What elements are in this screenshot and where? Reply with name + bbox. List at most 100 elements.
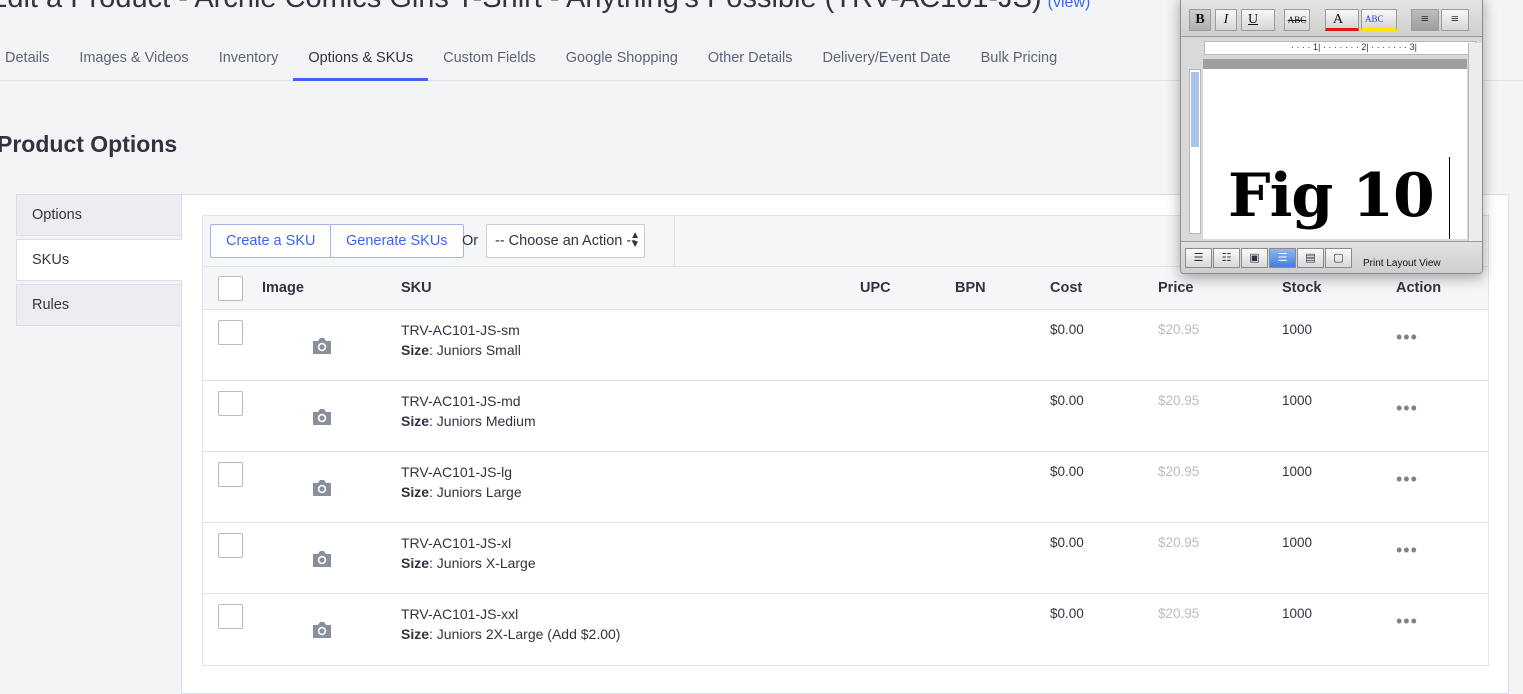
word-processor-window[interactable]: B I U ABC A ABC ≡ ≡ · · · · 1| · · · · ·… — [1180, 0, 1483, 274]
side-nav: Options SKUs Rules — [16, 194, 182, 329]
side-nav-options[interactable]: Options — [16, 194, 182, 236]
sku-price: $20.95 — [1158, 535, 1200, 550]
or-label: Or — [462, 233, 479, 249]
more-actions-icon[interactable]: ••• — [1396, 540, 1418, 561]
table-row: TRV-AC101-JS-lg Size: Juniors Large $0.0… — [203, 452, 1488, 523]
underline-button[interactable]: U — [1241, 9, 1275, 31]
table-row: TRV-AC101-JS-md Size: Juniors Medium $0.… — [203, 381, 1488, 452]
size-label: Size — [401, 413, 430, 429]
generate-skus-button[interactable]: Generate SKUs — [330, 224, 464, 258]
tab-images-videos[interactable]: Images & Videos — [64, 40, 203, 81]
tab-google-shopping[interactable]: Google Shopping — [551, 40, 693, 81]
action-select-value: -- Choose an Action -- — [495, 233, 637, 249]
sku-code: TRV-AC101-JS-md — [401, 393, 521, 409]
tab-other-details[interactable]: Other Details — [693, 40, 808, 81]
sku-size: Size: Juniors Small — [401, 342, 521, 358]
size-value: : Juniors Medium — [429, 413, 536, 429]
sku-code: TRV-AC101-JS-xxl — [401, 606, 519, 622]
bold-button[interactable]: B — [1189, 9, 1211, 31]
outline-view-icon[interactable]: ☷ — [1213, 248, 1240, 268]
col-price[interactable]: Price — [1158, 280, 1193, 296]
more-actions-icon[interactable]: ••• — [1396, 469, 1418, 490]
section-title: Product Options — [0, 131, 178, 157]
select-arrows-icon: ▲ ▼ — [630, 230, 640, 250]
tab-delivery-event-date[interactable]: Delivery/Event Date — [807, 40, 965, 81]
sku-price: $20.95 — [1158, 606, 1200, 621]
sku-code: TRV-AC101-JS-lg — [401, 464, 513, 480]
document-text: Fig 10 — [1228, 161, 1435, 231]
document-page[interactable]: Fig 10 — [1203, 59, 1467, 239]
action-select[interactable]: -- Choose an Action -- ▲ ▼ — [486, 224, 645, 258]
full-screen-view-icon[interactable]: ▢ — [1325, 248, 1352, 268]
align-center-icon[interactable]: ≡ — [1441, 9, 1469, 31]
page-title: Edit a Product - Archie Comics Girls T-S… — [0, 0, 1090, 15]
row-checkbox[interactable] — [218, 462, 243, 487]
toolbar-divider — [674, 216, 675, 267]
align-left-icon[interactable]: ≡ — [1411, 9, 1439, 31]
sku-cost: $0.00 — [1050, 535, 1084, 550]
col-upc[interactable]: UPC — [860, 280, 891, 296]
camera-icon[interactable] — [311, 479, 333, 497]
sku-stock: 1000 — [1282, 464, 1313, 479]
print-layout-view-icon[interactable]: ☰ — [1269, 248, 1296, 268]
col-cost[interactable]: Cost — [1050, 280, 1082, 296]
sku-price: $20.95 — [1158, 464, 1200, 479]
camera-icon[interactable] — [311, 337, 333, 355]
col-action: Action — [1396, 280, 1442, 296]
sku-cost: $0.00 — [1050, 464, 1084, 479]
size-label: Size — [401, 484, 430, 500]
strikethrough-button[interactable]: ABC — [1284, 9, 1310, 31]
side-nav-skus[interactable]: SKUs — [16, 239, 182, 281]
italic-button[interactable]: I — [1215, 9, 1237, 31]
more-actions-icon[interactable]: ••• — [1396, 611, 1418, 632]
more-actions-icon[interactable]: ••• — [1396, 327, 1418, 348]
row-checkbox[interactable] — [218, 533, 243, 558]
notebook-view-icon[interactable]: ▤ — [1297, 248, 1324, 268]
publishing-view-icon[interactable]: ▣ — [1241, 248, 1268, 268]
side-nav-rules[interactable]: Rules — [16, 284, 182, 326]
table-row: TRV-AC101-JS-sm Size: Juniors Small $0.0… — [203, 310, 1488, 381]
size-label: Size — [401, 626, 430, 642]
camera-icon[interactable] — [311, 621, 333, 639]
col-bpn[interactable]: BPN — [955, 280, 986, 296]
sku-price: $20.95 — [1158, 393, 1200, 408]
tab-options-skus[interactable]: Options & SKUs — [293, 40, 429, 81]
col-sku[interactable]: SKU — [401, 280, 432, 296]
page-title-text: Edit a Product - Archie Comics Girls T-S… — [0, 0, 1042, 14]
more-actions-icon[interactable]: ••• — [1396, 398, 1418, 419]
col-image: Image — [262, 280, 304, 296]
vertical-scrollbar[interactable] — [1468, 43, 1482, 241]
sku-stock: 1000 — [1282, 606, 1313, 621]
sku-cost: $0.00 — [1050, 322, 1084, 337]
create-sku-button[interactable]: Create a SKU — [210, 224, 332, 258]
font-color-button[interactable]: A — [1325, 9, 1359, 31]
select-all-checkbox[interactable] — [218, 276, 243, 301]
size-value: : Juniors Large — [429, 484, 522, 500]
table-row: TRV-AC101-JS-xl Size: Juniors X-Large $0… — [203, 523, 1488, 594]
col-stock[interactable]: Stock — [1282, 280, 1322, 296]
sku-price: $20.95 — [1158, 322, 1200, 337]
row-checkbox[interactable] — [218, 391, 243, 416]
tab-custom-fields[interactable]: Custom Fields — [428, 40, 551, 81]
size-label: Size — [401, 342, 430, 358]
highlight-button[interactable]: ABC — [1361, 9, 1397, 31]
row-checkbox[interactable] — [218, 604, 243, 629]
size-value: : Juniors X-Large — [429, 555, 536, 571]
tab-bulk-pricing[interactable]: Bulk Pricing — [966, 40, 1073, 81]
tab-bar: Details Images & Videos Inventory Option… — [0, 40, 1072, 81]
sku-cost: $0.00 — [1050, 393, 1084, 408]
tab-details[interactable]: Details — [0, 40, 64, 81]
row-checkbox[interactable] — [218, 320, 243, 345]
text-caret — [1449, 157, 1450, 239]
camera-icon[interactable] — [311, 550, 333, 568]
view-link[interactable]: (view) — [1048, 0, 1091, 11]
formatting-toolbar: B I U ABC A ABC ≡ ≡ — [1181, 0, 1482, 37]
size-value: : Juniors Small — [429, 342, 521, 358]
draft-view-icon[interactable]: ☰ — [1185, 248, 1212, 268]
view-status-label: Print Layout View — [1363, 258, 1441, 269]
camera-icon[interactable] — [311, 408, 333, 426]
sku-table: Image SKU UPC BPN Cost Price Stock Actio… — [202, 266, 1489, 666]
sku-cost: $0.00 — [1050, 606, 1084, 621]
sku-size: Size: Juniors 2X-Large (Add $2.00) — [401, 626, 620, 642]
tab-inventory[interactable]: Inventory — [204, 40, 294, 81]
